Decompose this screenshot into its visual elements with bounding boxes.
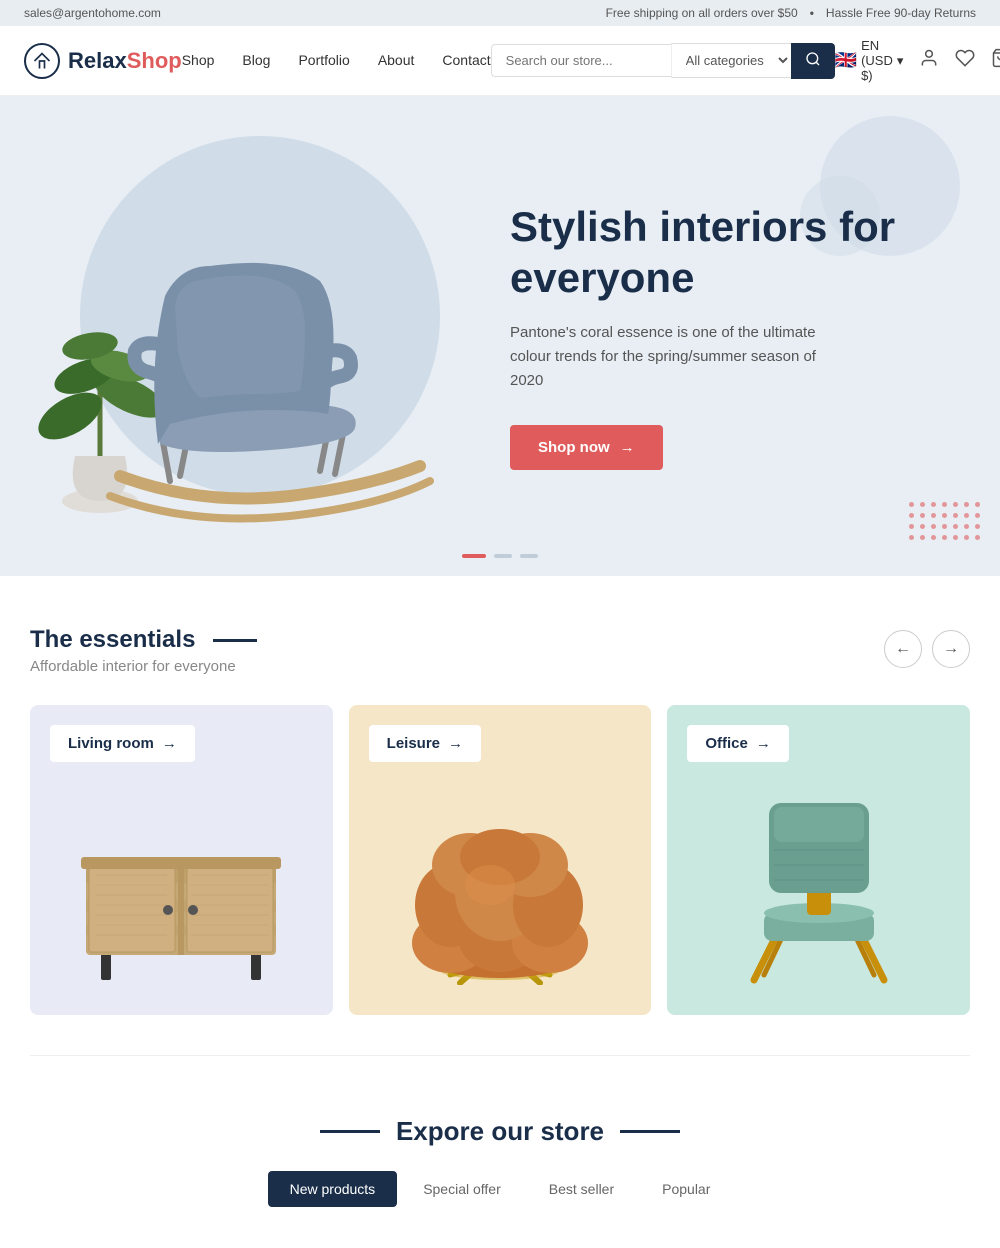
email: sales@argentohome.com xyxy=(24,6,161,20)
section-title: The essentials xyxy=(30,626,257,654)
hero-title: Stylish interiors for everyone xyxy=(510,202,940,303)
tab-special-offer[interactable]: Special offer xyxy=(401,1171,523,1207)
section-title-block: The essentials Affordable interior for e… xyxy=(30,626,257,675)
search-area: All categories xyxy=(491,43,835,79)
arrow-right-icon: → xyxy=(756,735,771,752)
category-card-leisure: Leisure → xyxy=(349,705,652,1015)
hero-section: Stylish interiors for everyone Pantone's… xyxy=(0,96,1000,576)
slide-indicators xyxy=(462,554,538,558)
top-bar-promos: Free shipping on all orders over $50 • H… xyxy=(606,6,976,20)
nav-contact[interactable]: Contact xyxy=(442,52,490,68)
section-header: The essentials Affordable interior for e… xyxy=(30,626,970,675)
explore-title: Expore our store xyxy=(30,1116,970,1147)
nav-portfolio[interactable]: Portfolio xyxy=(298,52,349,68)
section-subtitle: Affordable interior for everyone xyxy=(30,658,257,675)
slide-dot-3[interactable] xyxy=(520,554,538,558)
wishlist-icon[interactable] xyxy=(955,48,975,73)
category-card-living: Living room → xyxy=(30,705,333,1015)
chevron-down-icon: ▾ xyxy=(897,53,904,69)
explore-section: Expore our store New products Special of… xyxy=(0,1066,1000,1237)
arrow-right-icon: → xyxy=(162,735,177,752)
office-button[interactable]: Office → xyxy=(687,725,789,762)
tab-best-seller[interactable]: Best seller xyxy=(527,1171,636,1207)
logo[interactable]: RelaxShop xyxy=(24,43,182,79)
categories-grid: Living room → xyxy=(30,705,970,1015)
explore-tabs: New products Special offer Best seller P… xyxy=(30,1171,970,1207)
main-nav: Shop Blog Portfolio About Contact xyxy=(182,52,491,70)
hero-chair-image xyxy=(30,156,470,576)
promo2: Hassle Free 90-day Returns xyxy=(826,6,976,20)
nav-blog[interactable]: Blog xyxy=(242,52,270,68)
section-divider xyxy=(30,1055,970,1056)
promo1: Free shipping on all orders over $50 xyxy=(606,6,798,20)
slide-dot-2[interactable] xyxy=(494,554,512,558)
dots-decoration xyxy=(909,502,980,546)
search-input[interactable] xyxy=(491,44,671,77)
category-select[interactable]: All categories xyxy=(671,43,791,78)
bullet: • xyxy=(810,6,814,20)
hero-image-area xyxy=(0,96,470,576)
account-icon[interactable] xyxy=(919,48,939,73)
nav-about[interactable]: About xyxy=(378,52,415,68)
lang-label: EN (USD $) xyxy=(861,38,893,83)
tab-new-products[interactable]: New products xyxy=(268,1171,398,1207)
office-image xyxy=(687,762,950,995)
next-arrow-button[interactable]: → xyxy=(932,630,970,668)
hero-subtitle: Pantone's coral essence is one of the ul… xyxy=(510,321,830,393)
top-bar: sales@argentohome.com Free shipping on a… xyxy=(0,0,1000,26)
header: RelaxShop Shop Blog Portfolio About Cont… xyxy=(0,26,1000,96)
language-selector[interactable]: 🇬🇧 EN (USD $) ▾ xyxy=(835,38,904,83)
tab-popular[interactable]: Popular xyxy=(640,1171,732,1207)
nav-shop[interactable]: Shop xyxy=(182,52,215,68)
flag-icon: 🇬🇧 xyxy=(835,50,857,71)
leisure-button[interactable]: Leisure → xyxy=(369,725,481,762)
brand-name: RelaxShop xyxy=(68,48,182,74)
cart-icon[interactable] xyxy=(991,48,1000,73)
living-room-image xyxy=(50,762,313,995)
category-card-office: Office → xyxy=(667,705,970,1015)
title-underline xyxy=(213,639,257,642)
explore-line-right xyxy=(620,1130,680,1133)
prev-arrow-button[interactable]: ← xyxy=(884,630,922,668)
category-nav-arrows: ← → xyxy=(884,630,970,668)
slide-dot-active[interactable] xyxy=(462,554,486,558)
header-icons: 🇬🇧 EN (USD $) ▾ xyxy=(835,38,1000,83)
shop-now-button[interactable]: Shop now → xyxy=(510,425,663,470)
essentials-section: The essentials Affordable interior for e… xyxy=(0,576,1000,1045)
leisure-image xyxy=(369,762,632,995)
hero-content: Stylish interiors for everyone Pantone's… xyxy=(470,96,1000,576)
arrow-icon: → xyxy=(620,439,635,456)
logo-icon xyxy=(24,43,60,79)
explore-line-left xyxy=(320,1130,380,1133)
arrow-right-icon: → xyxy=(448,735,463,752)
search-button[interactable] xyxy=(791,43,835,79)
living-room-button[interactable]: Living room → xyxy=(50,725,195,762)
